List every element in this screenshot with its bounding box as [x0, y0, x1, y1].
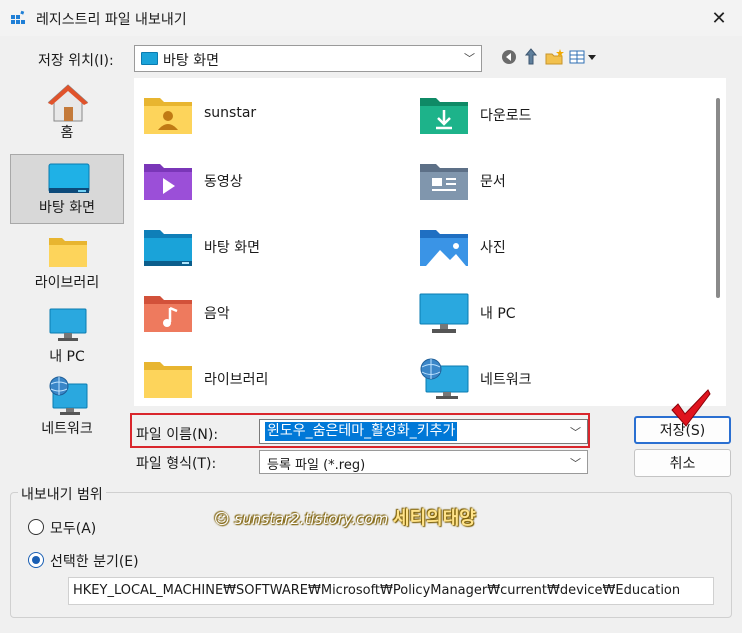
place-label: 내 PC — [49, 349, 85, 365]
pictures-folder-icon — [420, 230, 468, 266]
library-folder-icon — [144, 362, 192, 398]
home-icon — [47, 84, 89, 122]
save-in-label: 저장 위치(I): — [38, 53, 114, 69]
watermark: ☺ sunstar2.tistory.com 세티의태양 — [214, 504, 476, 530]
radio-all[interactable] — [28, 519, 44, 535]
list-item[interactable]: 라이브러리 — [134, 352, 394, 406]
watermark-smiley-icon: ☺ — [214, 510, 230, 528]
place-network[interactable]: 네트워크 — [10, 374, 124, 444]
export-range-label: 내보내기 범위 — [18, 484, 106, 504]
item-label: 내 PC — [480, 306, 516, 322]
filetype-dropdown[interactable]: 등록 파일 (*.reg) ﹀ — [259, 450, 588, 474]
watermark-name: 세티의태양 — [393, 508, 476, 529]
title-bar: 레지스트리 파일 내보내기 ✕ — [0, 0, 742, 36]
place-desktop[interactable]: 바탕 화면 — [10, 154, 124, 224]
close-button[interactable]: ✕ — [696, 0, 742, 36]
videos-folder-icon — [144, 164, 192, 200]
list-item[interactable]: 바탕 화면 — [134, 220, 394, 276]
new-folder-icon — [545, 49, 564, 65]
place-label: 바탕 화면 — [39, 200, 95, 216]
window-title: 레지스트리 파일 내보내기 — [36, 12, 187, 28]
up-folder-button[interactable] — [522, 48, 540, 66]
list-item[interactable]: 네트워크 — [410, 352, 690, 406]
downloads-folder-icon — [420, 98, 468, 134]
user-folder-icon — [144, 98, 192, 134]
radio-all-label[interactable]: 모두(A) — [50, 518, 96, 538]
branch-path-value: HKEY_LOCAL_MACHINE₩SOFTWARE₩Microsoft₩Po… — [73, 583, 681, 598]
documents-folder-icon — [420, 164, 468, 200]
item-label: 라이브러리 — [204, 372, 269, 388]
list-item[interactable]: 내 PC — [410, 286, 690, 342]
place-label: 라이브러리 — [34, 275, 100, 291]
monitor-icon — [419, 293, 469, 333]
location-value: 바탕 화면 — [163, 53, 219, 69]
list-item[interactable]: 사진 — [410, 220, 690, 276]
list-item[interactable]: 동영상 — [134, 154, 394, 210]
radio-selected-branch[interactable] — [28, 552, 44, 568]
highlight-outline — [130, 413, 590, 448]
new-folder-button[interactable] — [545, 48, 565, 66]
list-item[interactable]: sunstar — [134, 88, 394, 144]
radio-selected-branch-label[interactable]: 선택한 분기(E) — [50, 551, 139, 571]
place-label: 홈 — [60, 125, 74, 141]
network-icon — [49, 376, 88, 415]
chevron-down-icon: ﹀ — [464, 52, 475, 65]
list-item[interactable]: 다운로드 — [410, 88, 690, 144]
close-icon: ✕ — [711, 7, 727, 29]
item-label: 다운로드 — [480, 108, 532, 124]
item-label: 사진 — [480, 240, 506, 256]
network-icon — [420, 358, 469, 399]
monitor-icon — [49, 308, 87, 341]
up-folder-icon — [524, 48, 538, 65]
place-library[interactable]: 라이브러리 — [10, 228, 124, 298]
location-dropdown[interactable]: 바탕 화면 ﹀ — [134, 45, 482, 72]
back-button[interactable] — [500, 48, 517, 66]
item-label: 바탕 화면 — [204, 240, 260, 256]
vertical-scrollbar[interactable] — [716, 98, 720, 298]
branch-path-input[interactable]: HKEY_LOCAL_MACHINE₩SOFTWARE₩Microsoft₩Po… — [68, 577, 714, 605]
desktop-icon — [141, 52, 158, 65]
watermark-url: sunstar2.tistory.com — [234, 510, 389, 528]
place-home[interactable]: 홈 — [10, 78, 124, 148]
view-grid-icon — [569, 50, 596, 64]
item-label: 동영상 — [204, 174, 243, 190]
places-bar: 홈 바탕 화면 라이브러리 내 PC 네트워크 — [8, 78, 128, 478]
music-folder-icon — [144, 296, 192, 332]
cancel-button[interactable]: 취소 — [634, 449, 731, 477]
chevron-down-icon: ﹀ — [570, 457, 581, 470]
back-arrow-icon — [501, 50, 516, 64]
list-item[interactable]: 문서 — [410, 154, 690, 210]
file-list[interactable]: sunstar 동영상 바탕 화면 음악 라이브러리 다운로드 문서 사진 내 … — [134, 78, 726, 406]
checkmark-icon — [671, 389, 711, 427]
filetype-value: 등록 파일 (*.reg) — [267, 458, 366, 473]
item-label: 네트워크 — [480, 372, 532, 388]
desktop-folder-icon — [144, 230, 192, 266]
library-folder-icon — [49, 238, 87, 267]
list-item[interactable]: 음악 — [134, 286, 394, 342]
regedit-icon — [11, 10, 25, 24]
place-this-pc[interactable]: 내 PC — [10, 302, 124, 372]
desktop-icon — [48, 163, 90, 193]
filetype-label: 파일 형식(T): — [136, 456, 217, 472]
item-label: 음악 — [204, 306, 230, 322]
item-label: sunstar — [204, 105, 257, 121]
item-label: 문서 — [480, 174, 506, 190]
view-menu-button[interactable] — [569, 48, 597, 66]
place-label: 네트워크 — [41, 421, 93, 437]
